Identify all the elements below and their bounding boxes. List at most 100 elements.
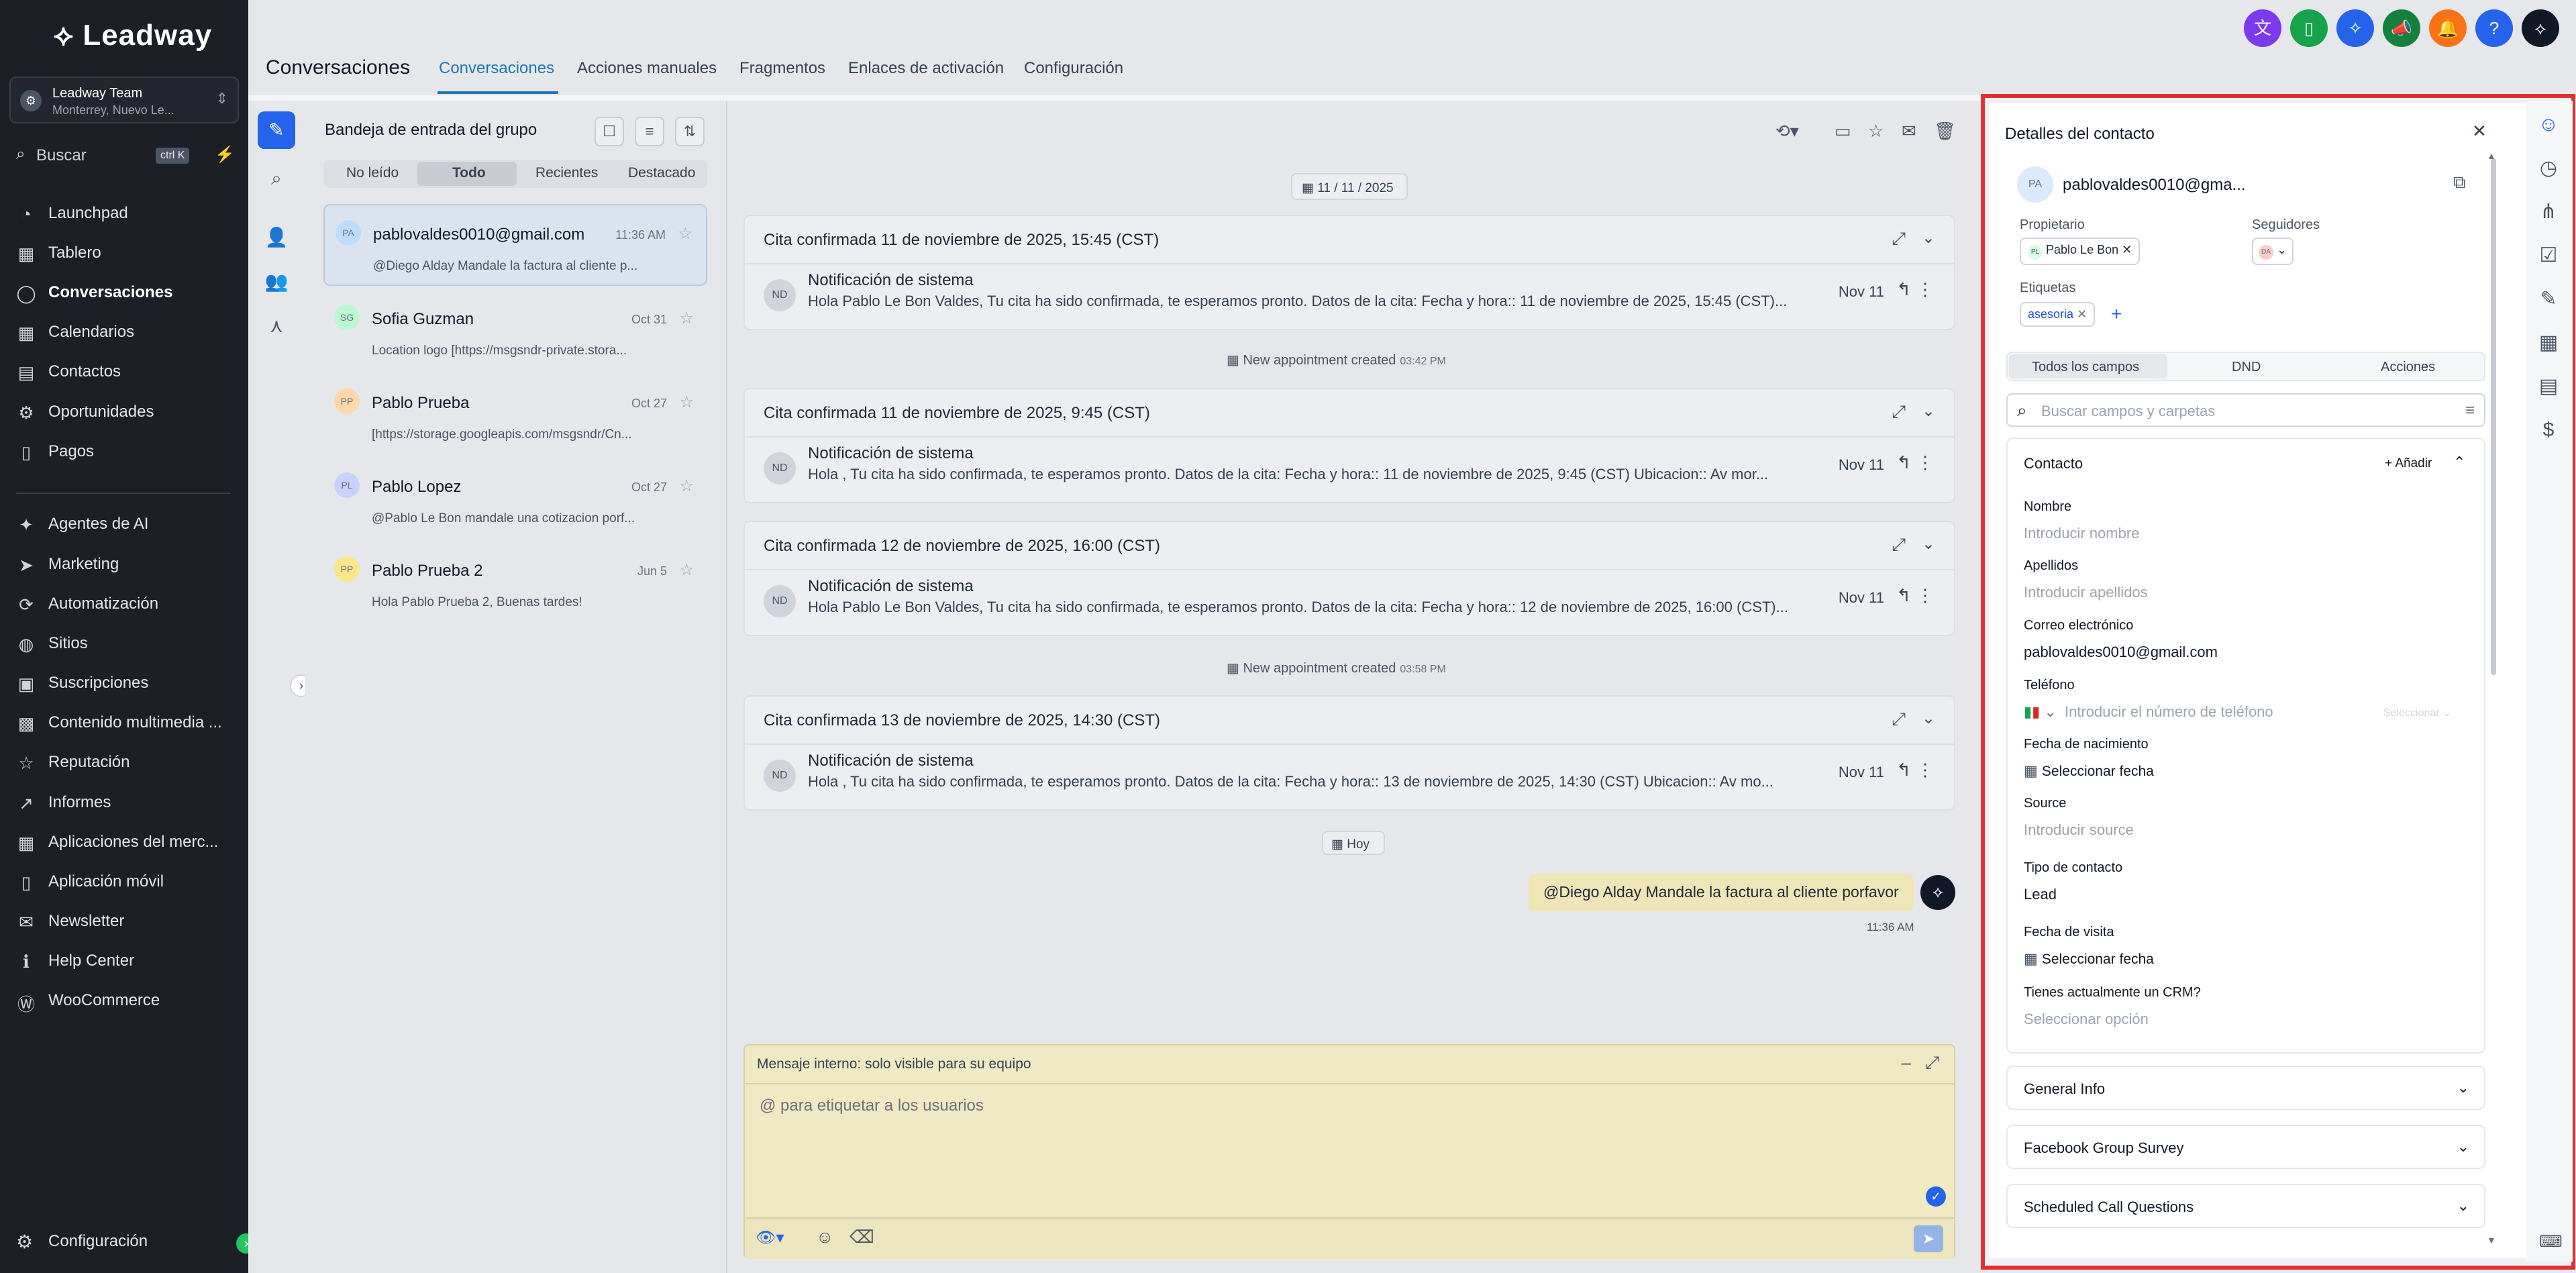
chevron-down-icon[interactable]: ⌄ — [1922, 401, 1935, 421]
logo-icon[interactable]: ⟡ — [2522, 9, 2559, 47]
tab-fragmentos[interactable]: Fragmentos — [739, 59, 825, 78]
field-search[interactable]: ⌕ Buscar campos y carpetas ≡ — [2006, 393, 2485, 427]
filter-unread[interactable]: No leído — [346, 165, 399, 181]
star-icon[interactable]: ☆ — [679, 393, 694, 412]
expand-icon[interactable]: ⤢ — [1925, 1052, 1939, 1074]
field-input[interactable]: ▦ Seleccionar fecha — [2024, 950, 2154, 968]
remove-icon[interactable]: ✕ — [2077, 307, 2087, 321]
calendar-icon[interactable]: ▦ — [2530, 324, 2567, 362]
sidebar-item-newsletter[interactable]: ✉ Newsletter — [0, 904, 248, 939]
field-input[interactable]: Introducir nombre — [2024, 525, 2139, 542]
filter-icon[interactable]: ≡ — [2465, 401, 2475, 420]
tab-conversaciones[interactable]: Conversaciones — [439, 59, 554, 78]
segment-actions[interactable]: Acciones — [2381, 360, 2435, 375]
filter-icon[interactable]: ≡ — [635, 117, 664, 146]
team-switcher[interactable]: ⚙ Leadway Team Monterrey, Nuevo Le... ⇕ — [9, 77, 239, 123]
sidebar-search[interactable]: ⌕ Buscar ctrl K ⚡ — [12, 144, 240, 169]
sidebar-item-calendarios[interactable]: ▦ Calendarios — [0, 315, 248, 350]
magic-icon[interactable]: ✧ — [2336, 9, 2374, 47]
reply-icon[interactable]: ↰ — [1896, 452, 1911, 473]
brand-logo[interactable]: ⟡ Leadway — [54, 19, 212, 52]
star-icon[interactable]: ☆ — [678, 224, 692, 244]
sidebar-item-agentes-de-ai[interactable]: ✦ Agentes de AI — [0, 507, 248, 542]
workflow-icon[interactable]: ⋔ — [2530, 193, 2567, 231]
select-checkbox[interactable]: ☐ — [595, 117, 624, 146]
sidebar-item-automatizaci-n[interactable]: ⟳ Automatización — [0, 587, 248, 621]
expand-icon[interactable]: ⤢ — [1892, 709, 1906, 730]
star-icon[interactable]: ☆ — [1868, 121, 1884, 142]
owner-chip[interactable]: PL Pablo Le Bon ✕ — [2020, 238, 2141, 265]
tag-chip[interactable]: asesoria ✕ — [2020, 302, 2096, 327]
sidebar-item-sitios[interactable]: ◍ Sitios — [0, 626, 248, 661]
star-icon[interactable]: ☆ — [679, 476, 694, 496]
composer[interactable]: Mensaje interno: solo visible para su eq… — [743, 1044, 1955, 1259]
more-icon[interactable]: ⋮ — [1916, 760, 1934, 780]
bell-icon[interactable]: 🔔 — [2429, 9, 2467, 47]
history-icon[interactable]: ◷ — [2530, 150, 2567, 187]
sidebar-item-config[interactable]: ⚙ Configuración › — [0, 1225, 256, 1260]
sidebar-item-launchpad[interactable]: ◔ Launchpad — [0, 196, 248, 231]
segment-dnd[interactable]: DND — [2232, 360, 2261, 375]
expand-icon[interactable]: ⤢ — [1892, 534, 1906, 556]
sidebar-item-tablero[interactable]: ▦ Tablero — [0, 236, 248, 270]
network-icon[interactable]: ⋏ — [258, 307, 295, 345]
chevron-down-icon[interactable]: ⌄ — [1922, 534, 1935, 554]
star-icon[interactable]: ☆ — [679, 560, 694, 580]
eye-icon[interactable]: 👁▾ — [756, 1228, 784, 1247]
scroll-down-icon[interactable]: ▼ — [2487, 1235, 2496, 1245]
external-link-icon[interactable]: ⧉ — [2453, 172, 2466, 193]
sidebar-item-oportunidades[interactable]: ⚙ Oportunidades — [0, 395, 248, 429]
expand-icon[interactable]: ⤢ — [1892, 401, 1906, 423]
filter-starred[interactable]: Destacado — [628, 165, 695, 181]
tab-acciones-manuales[interactable]: Acciones manuales — [577, 59, 717, 78]
expand-icon[interactable]: ⤢ — [1892, 228, 1906, 250]
more-icon[interactable]: ⋮ — [1916, 585, 1934, 606]
trash-icon[interactable]: 🗑 — [1934, 121, 1956, 142]
followers-select[interactable]: DA ⌄ — [2252, 238, 2294, 265]
accordion-section[interactable]: Facebook Group Survey ⌄ — [2006, 1125, 2485, 1169]
keyboard-icon[interactable]: ⌨ — [2539, 1232, 2563, 1252]
group-icon[interactable]: 👥 — [258, 263, 295, 301]
chevron-down-icon[interactable]: ⌄ — [1922, 709, 1935, 728]
sidebar-item-suscripciones[interactable]: ▣ Suscripciones — [0, 666, 248, 701]
panel-scrollbar[interactable] — [2491, 158, 2496, 675]
sidebar-item-aplicaci-n-m-vil[interactable]: ▯ Aplicación móvil — [0, 864, 248, 899]
scroll-up-icon[interactable]: ▲ — [2487, 150, 2496, 161]
conversation-item[interactable]: PP Pablo Prueba 2 Jun 5 ☆ Hola Pablo Prueba … — [323, 542, 707, 623]
phone-type-select[interactable]: Seleccionar ⌄ — [2383, 706, 2451, 719]
more-icon[interactable]: ⋮ — [1916, 279, 1934, 300]
collapse-icon[interactable]: ⌃ — [2453, 454, 2465, 471]
folder-icon[interactable]: ▭ — [1835, 121, 1851, 142]
more-icon[interactable]: ⋮ — [1916, 452, 1934, 473]
new-message-button[interactable]: ✎ — [258, 111, 295, 149]
mail-icon[interactable]: ✉ — [1902, 121, 1916, 142]
user-icon[interactable]: ☺ — [2530, 106, 2567, 144]
close-icon[interactable]: ✕ — [2472, 121, 2487, 142]
reply-icon[interactable]: ↰ — [1896, 279, 1911, 300]
sidebar-item-contenido-multimedia[interactable]: ▩ Contenido multimedia ... — [0, 705, 248, 740]
sidebar-item-marketing[interactable]: ➤ Marketing — [0, 547, 248, 582]
conversation-item[interactable]: PL Pablo Lopez Oct 27 ☆ @Pablo Le Bon mandal… — [323, 458, 707, 540]
accordion-section[interactable]: General Info ⌄ — [2006, 1066, 2485, 1110]
field-input[interactable]: Introducir apellidos — [2024, 584, 2148, 601]
add-tag-icon[interactable]: + — [2111, 303, 2122, 325]
channel-icon[interactable]: ⟲▾ — [1775, 121, 1799, 142]
sidebar-item-contactos[interactable]: ▤ Contactos — [0, 354, 248, 389]
sidebar-item-informes[interactable]: ↗ Informes — [0, 785, 248, 820]
task-icon[interactable]: ☑ — [2530, 237, 2567, 274]
bolt-icon[interactable]: ⚡ — [215, 145, 235, 164]
clear-icon[interactable]: ⌫ — [849, 1227, 874, 1247]
filter-recent[interactable]: Recientes — [535, 165, 598, 181]
field-input[interactable]: pablovaldes0010@gmail.com — [2024, 644, 2218, 661]
phone-icon[interactable]: ▯ — [2290, 9, 2328, 47]
flag-icon[interactable]: ▮ — [2024, 703, 2032, 720]
sidebar-item-help-center[interactable]: ℹ Help Center — [0, 944, 248, 978]
remove-icon[interactable]: ✕ — [2122, 243, 2132, 256]
sort-icon[interactable]: ⇅ — [675, 117, 705, 146]
segment-all-fields[interactable]: Todos los campos — [2032, 360, 2139, 375]
add-field-button[interactable]: + Añadir — [2385, 456, 2432, 471]
star-icon[interactable]: ☆ — [679, 309, 694, 328]
field-input[interactable]: Introducir source — [2024, 821, 2134, 839]
minimize-icon[interactable]: – — [1902, 1052, 1911, 1073]
conversation-item[interactable]: PP Pablo Prueba Oct 27 ☆ [https://storage.go… — [323, 374, 707, 456]
